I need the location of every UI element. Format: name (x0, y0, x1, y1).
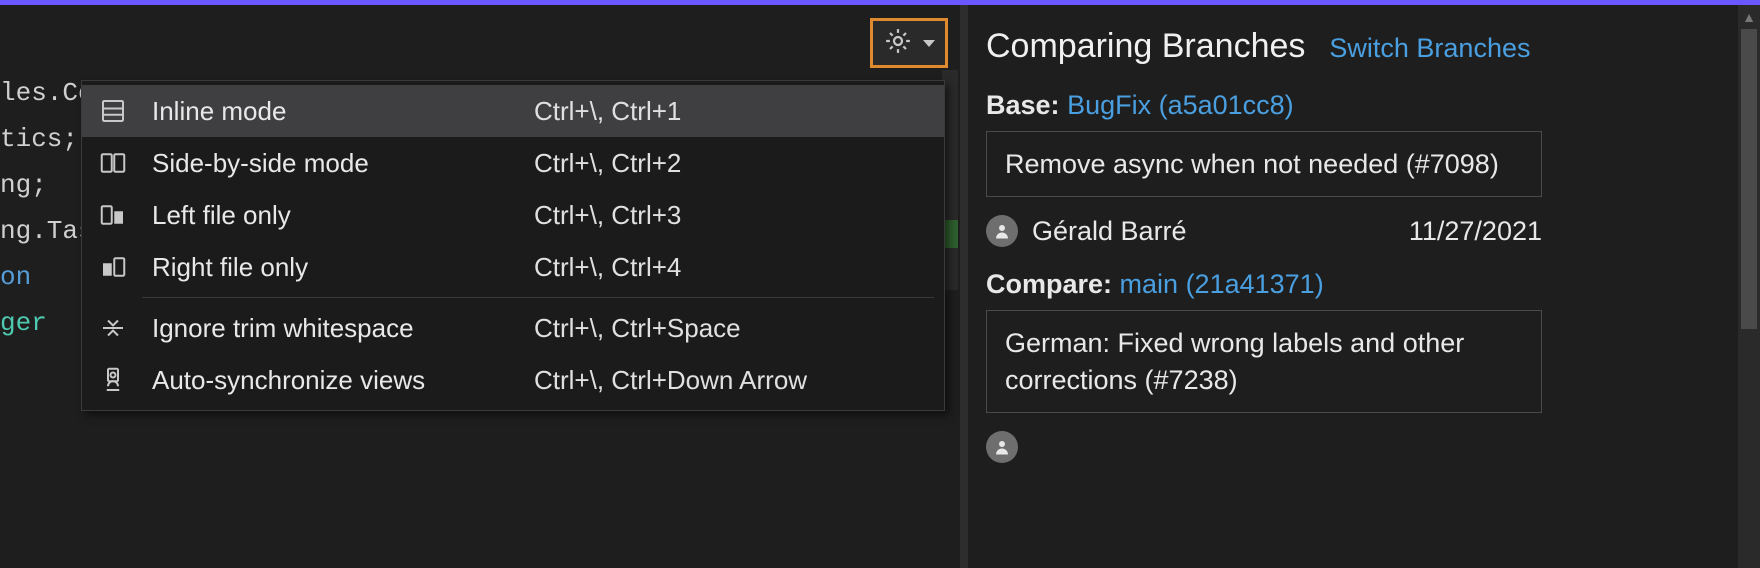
diff-view-menu: Inline mode Ctrl+\, Ctrl+1 Side-by-side … (81, 80, 945, 411)
inline-mode-icon (92, 96, 134, 126)
menu-item-label: Inline mode (134, 96, 534, 127)
menu-item-label: Side-by-side mode (134, 148, 534, 179)
left-file-icon (92, 200, 134, 230)
menu-item-shortcut: Ctrl+\, Ctrl+3 (534, 200, 926, 231)
gear-icon (883, 26, 913, 61)
menu-separator (142, 297, 934, 298)
menu-item-label: Auto-synchronize views (134, 365, 534, 396)
base-branch-link[interactable]: BugFix (a5a01cc8) (1067, 90, 1294, 120)
menu-item-shortcut: Ctrl+\, Ctrl+Space (534, 313, 926, 344)
author-name: Gérald Barré (1032, 216, 1395, 247)
menu-item-label: Left file only (134, 200, 534, 231)
scrollbar[interactable]: ▲ (1738, 5, 1760, 568)
scroll-thumb[interactable] (1741, 29, 1757, 329)
vertical-splitter[interactable] (960, 5, 968, 568)
panel-title: Comparing Branches (986, 27, 1305, 66)
author-row: Gérald Barré 11/27/2021 (986, 215, 1542, 247)
menu-item-auto-sync[interactable]: Auto-synchronize views Ctrl+\, Ctrl+Down… (82, 354, 944, 406)
compare-label-text: Compare: (986, 269, 1112, 299)
switch-branches-link[interactable]: Switch Branches (1329, 33, 1530, 64)
scroll-up-arrow[interactable]: ▲ (1738, 5, 1760, 29)
menu-item-inline-mode[interactable]: Inline mode Ctrl+\, Ctrl+1 (82, 85, 944, 137)
menu-item-side-by-side[interactable]: Side-by-side mode Ctrl+\, Ctrl+2 (82, 137, 944, 189)
menu-item-label: Ignore trim whitespace (134, 313, 534, 344)
base-commit-message[interactable]: Remove async when not needed (#7098) (986, 131, 1542, 197)
commit-date: 11/27/2021 (1409, 216, 1542, 247)
author-row (986, 431, 1542, 463)
trim-whitespace-icon (92, 313, 134, 343)
avatar (986, 431, 1018, 463)
menu-item-ignore-whitespace[interactable]: Ignore trim whitespace Ctrl+\, Ctrl+Spac… (82, 302, 944, 354)
menu-item-right-file[interactable]: Right file only Ctrl+\, Ctrl+4 (82, 241, 944, 293)
menu-item-shortcut: Ctrl+\, Ctrl+2 (534, 148, 926, 179)
menu-item-left-file[interactable]: Left file only Ctrl+\, Ctrl+3 (82, 189, 944, 241)
compare-label: Compare: main (21a41371) (986, 269, 1542, 300)
menu-item-shortcut: Ctrl+\, Ctrl+1 (534, 96, 926, 127)
right-file-icon (92, 252, 134, 282)
auto-sync-icon (92, 365, 134, 395)
menu-item-shortcut: Ctrl+\, Ctrl+Down Arrow (534, 365, 926, 396)
chevron-down-icon (923, 40, 935, 47)
compare-branch-link[interactable]: main (21a41371) (1120, 269, 1324, 299)
menu-item-shortcut: Ctrl+\, Ctrl+4 (534, 252, 926, 283)
side-by-side-icon (92, 148, 134, 178)
avatar (986, 215, 1018, 247)
menu-item-label: Right file only (134, 252, 534, 283)
settings-dropdown-button[interactable] (870, 18, 948, 68)
base-label: Base: BugFix (a5a01cc8) (986, 90, 1542, 121)
compare-branches-panel: Comparing Branches Switch Branches Base:… (968, 5, 1558, 568)
base-label-text: Base: (986, 90, 1060, 120)
compare-commit-message[interactable]: German: Fixed wrong labels and other cor… (986, 310, 1542, 413)
